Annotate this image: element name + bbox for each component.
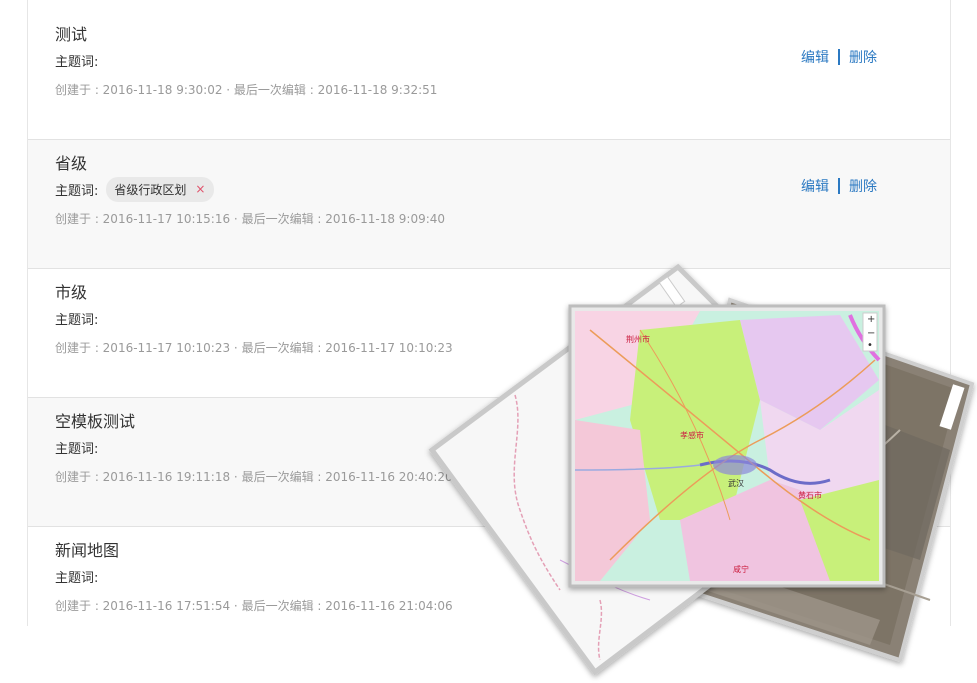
map-title[interactable]: 空模板测试	[55, 408, 135, 432]
list-item[interactable]: 市级 主题词: 创建于 : 2016-11-17 10:10:23 · 最后一次…	[28, 269, 950, 398]
map-title[interactable]: 市级	[55, 279, 87, 303]
delete-link[interactable]: 删除	[849, 176, 877, 196]
keyword-label: 主题词:	[55, 441, 99, 457]
delete-link[interactable]: 删除	[849, 47, 877, 67]
map-meta: 创建于 : 2016-11-16 17:51:54 · 最后一次编辑 : 201…	[55, 599, 453, 613]
list-item[interactable]: 新闻地图 主题词: 创建于 : 2016-11-16 17:51:54 · 最后…	[28, 527, 950, 626]
map-title[interactable]: 测试	[55, 21, 87, 45]
list-item[interactable]: 测试 主题词: 创建于 : 2016-11-18 9:30:02 · 最后一次编…	[28, 11, 950, 140]
action-divider	[838, 49, 840, 65]
map-list: 测试 主题词: 创建于 : 2016-11-18 9:30:02 · 最后一次编…	[27, 0, 951, 626]
keyword-row: 主题词:	[55, 307, 98, 329]
list-item[interactable]: 空模板测试 主题词: 创建于 : 2016-11-16 19:11:18 · 最…	[28, 398, 950, 527]
keyword-row: 主题词:	[55, 436, 98, 458]
keyword-tag[interactable]: 省级行政区划 ×	[106, 176, 215, 202]
map-title[interactable]: 省级	[55, 150, 87, 174]
map-title[interactable]: 新闻地图	[55, 537, 119, 561]
action-divider	[838, 178, 840, 194]
edit-link[interactable]: 编辑	[801, 176, 829, 196]
keyword-row: 主题词:	[55, 49, 98, 71]
keyword-row: 主题词:	[55, 565, 98, 587]
map-meta: 创建于 : 2016-11-17 10:10:23 · 最后一次编辑 : 201…	[55, 341, 453, 355]
map-meta: 创建于 : 2016-11-17 10:15:16 · 最后一次编辑 : 201…	[55, 212, 446, 226]
keyword-label: 主题词:	[55, 183, 99, 199]
keyword-label: 主题词:	[55, 570, 99, 586]
keyword-label: 主题词:	[55, 312, 99, 328]
keyword-label: 主题词:	[55, 54, 99, 70]
keyword-row: 主题词: 省级行政区划 ×	[55, 176, 215, 202]
item-actions: 编辑 删除	[801, 176, 877, 196]
edit-link[interactable]: 编辑	[801, 47, 829, 67]
item-actions: 编辑 删除	[801, 47, 877, 67]
map-meta: 创建于 : 2016-11-16 19:11:18 · 最后一次编辑 : 201…	[55, 470, 453, 484]
keyword-tag-label: 省级行政区划	[114, 182, 187, 197]
map-meta: 创建于 : 2016-11-18 9:30:02 · 最后一次编辑 : 2016…	[55, 83, 438, 97]
remove-tag-icon[interactable]: ×	[195, 182, 205, 196]
list-item[interactable]: 省级 主题词: 省级行政区划 × 创建于 : 2016-11-17 10:15:…	[28, 140, 950, 269]
